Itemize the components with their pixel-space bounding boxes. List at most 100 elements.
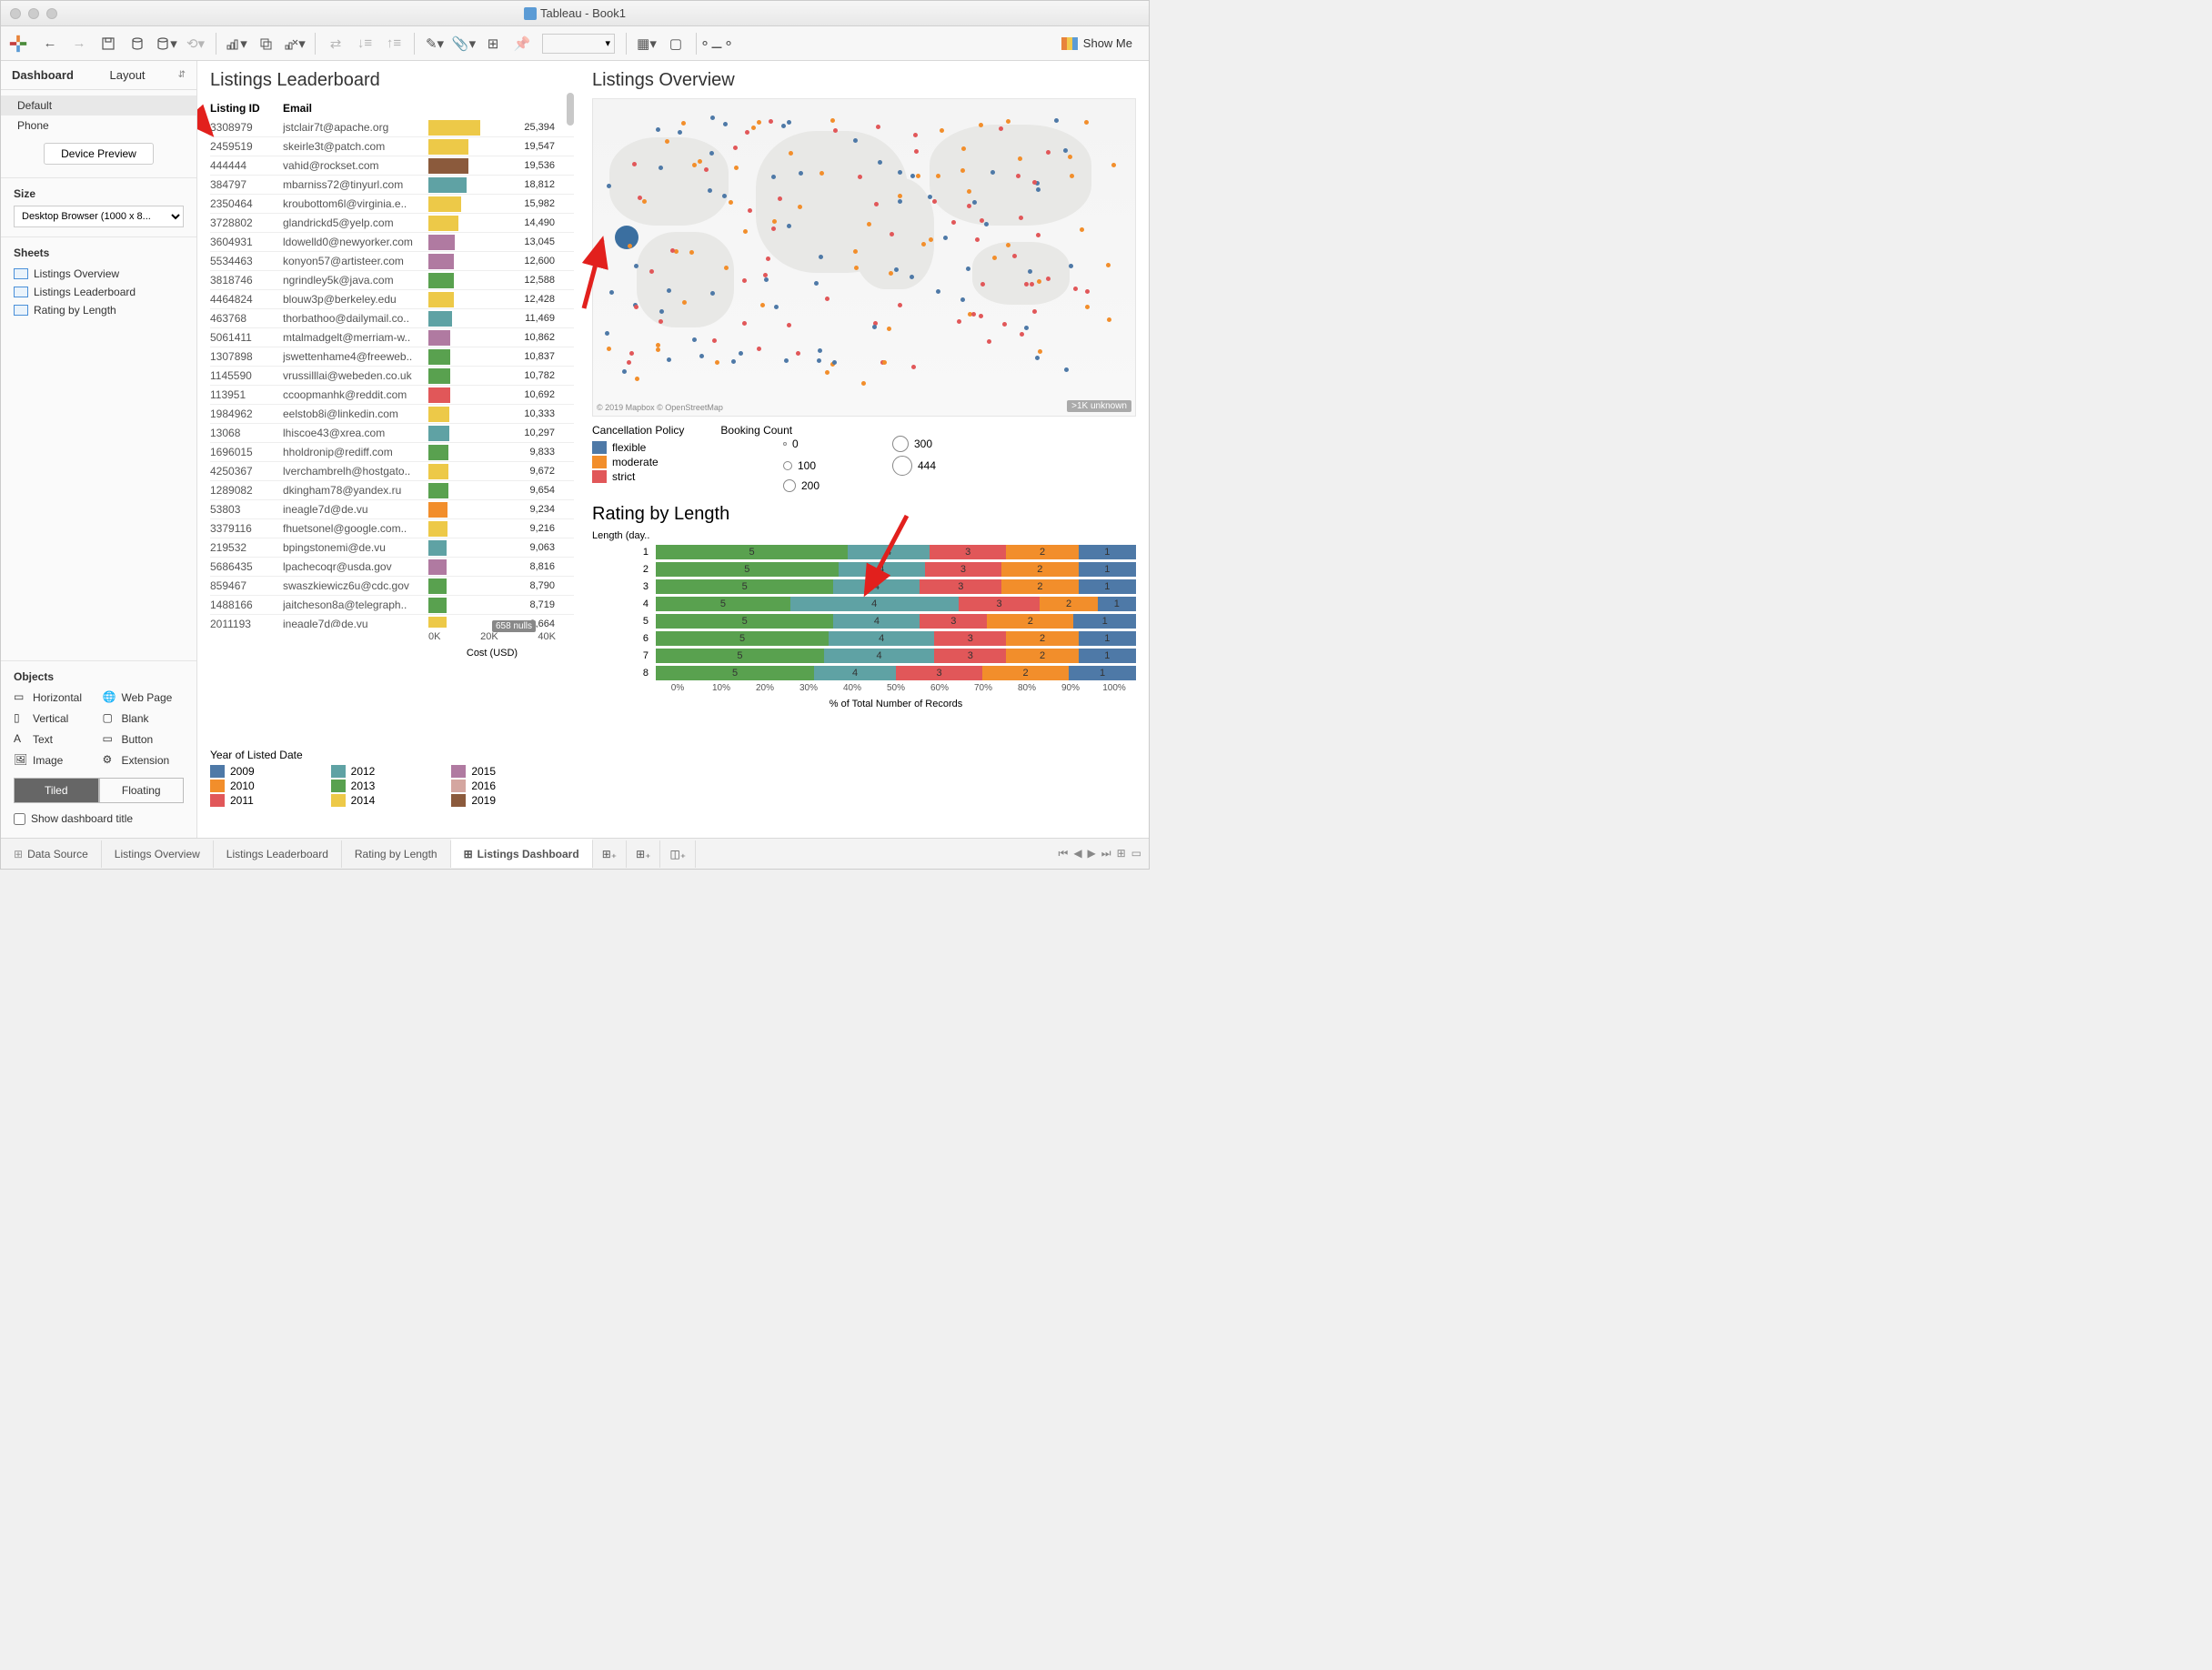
map-dot[interactable] <box>787 323 791 327</box>
tab-worksheet[interactable]: Listings Overview <box>102 840 214 868</box>
map-dot[interactable] <box>971 312 976 317</box>
map-dot[interactable] <box>667 288 671 293</box>
sheet-item[interactable]: Listings Leaderboard <box>14 283 184 301</box>
new-data-button[interactable] <box>125 32 150 55</box>
map-dot[interactable] <box>722 194 727 198</box>
map-dot[interactable] <box>629 351 634 356</box>
table-row[interactable]: 219532 bpingstonemi@de.vu 9,063 <box>210 538 574 558</box>
map-dot[interactable] <box>975 237 980 242</box>
map-dot[interactable] <box>787 120 791 125</box>
map-dot[interactable] <box>708 188 712 193</box>
map-dot[interactable] <box>1046 150 1051 155</box>
map-dot[interactable] <box>984 222 989 226</box>
rbl-row[interactable]: 654321 <box>592 629 1136 647</box>
object-button[interactable]: ▭Button <box>103 730 185 748</box>
map-dot[interactable] <box>1080 227 1084 232</box>
map-dot[interactable] <box>659 319 663 324</box>
close-icon[interactable] <box>10 8 21 19</box>
map-dot[interactable] <box>742 278 747 283</box>
filmstrip-icon[interactable]: ▭ <box>1131 847 1141 860</box>
map-dot[interactable] <box>689 250 694 255</box>
table-row[interactable]: 5061411 mtalmadgelt@merriam-w.. 10,862 <box>210 328 574 347</box>
map-dot[interactable] <box>825 297 830 301</box>
map-dot[interactable] <box>723 122 728 126</box>
map-dot[interactable] <box>853 249 858 254</box>
map-dot[interactable] <box>999 126 1003 131</box>
map-dot[interactable] <box>731 359 736 364</box>
table-row[interactable]: 859467 swaszkiewicz6u@cdc.gov 8,790 <box>210 577 574 596</box>
device-preview-button[interactable]: Device Preview <box>44 143 154 165</box>
map-dot[interactable] <box>940 128 944 133</box>
new-story-tab[interactable]: ◫₊ <box>660 840 696 868</box>
map-dot[interactable] <box>913 133 918 137</box>
tiled-toggle[interactable]: Tiled <box>14 778 99 803</box>
minimize-icon[interactable] <box>28 8 39 19</box>
map-unknown-badge[interactable]: >1K unknown <box>1067 400 1131 412</box>
new-dashboard-tab[interactable]: ⊞₊ <box>627 840 660 868</box>
map-dot[interactable] <box>607 347 611 351</box>
map-dot[interactable] <box>766 257 770 261</box>
map-dot[interactable] <box>916 174 920 178</box>
legend-item[interactable]: 2009 <box>210 765 315 778</box>
pin-button[interactable]: 📌 <box>509 32 535 55</box>
map-dot[interactable] <box>932 199 937 204</box>
map-dot[interactable] <box>951 220 956 225</box>
table-row[interactable]: 3604931 ldowelld0@newyorker.com 13,045 <box>210 233 574 252</box>
map-dot[interactable] <box>796 351 800 356</box>
map-dot[interactable] <box>882 360 887 365</box>
map-dot[interactable] <box>980 282 985 287</box>
size-dropdown[interactable]: Desktop Browser (1000 x 8... <box>14 206 184 227</box>
map-dot[interactable] <box>898 303 902 307</box>
table-row[interactable]: 463768 thorbathoo@dailymail.co.. 11,469 <box>210 309 574 328</box>
refresh-button[interactable]: ⟲▾ <box>183 32 208 55</box>
object-blank[interactable]: ▢Blank <box>103 709 185 727</box>
map-dot[interactable] <box>1032 180 1037 185</box>
overview-panel[interactable]: Listings Overview © 2019 Mapbox © OpenSt… <box>592 70 1136 765</box>
map-dot[interactable] <box>1084 120 1089 125</box>
map-dot[interactable] <box>634 305 638 309</box>
map-dot[interactable] <box>699 354 704 358</box>
table-row[interactable]: 384797 mbarniss72@tinyurl.com 18,812 <box>210 176 574 195</box>
map-dot[interactable] <box>1068 155 1072 159</box>
legend-item[interactable]: 2014 <box>331 794 436 807</box>
map-dot[interactable] <box>681 121 686 126</box>
map-dot[interactable] <box>692 337 697 342</box>
map-dot[interactable] <box>910 174 915 178</box>
map-dot[interactable] <box>769 119 773 124</box>
rbl-row[interactable]: 554321 <box>592 612 1136 629</box>
table-row[interactable]: 113951 ccoopmanhk@reddit.com 10,692 <box>210 386 574 405</box>
map-dot[interactable] <box>1024 326 1029 330</box>
map-dot[interactable] <box>757 120 761 125</box>
legend-item[interactable]: 300 <box>892 435 974 453</box>
duplicate-button[interactable] <box>253 32 278 55</box>
table-row[interactable]: 1984962 eelstob8i@linkedin.com 10,333 <box>210 405 574 424</box>
map-dot[interactable] <box>887 327 891 331</box>
clear-button[interactable]: ▾ <box>282 32 307 55</box>
table-row[interactable]: 3818746 ngrindley5k@java.com 12,588 <box>210 271 574 290</box>
map-dot[interactable] <box>876 125 880 129</box>
table-row[interactable]: 5534463 konyon57@artisteer.com 12,600 <box>210 252 574 271</box>
table-row[interactable]: 2459519 skeirle3t@patch.com 19,547 <box>210 137 574 156</box>
map-dot[interactable] <box>878 160 882 165</box>
object-text[interactable]: AText <box>14 730 96 748</box>
map-dot[interactable] <box>872 325 877 329</box>
map-dot[interactable] <box>943 236 948 240</box>
map-dot[interactable] <box>709 151 714 156</box>
map-dot[interactable] <box>656 127 660 132</box>
map-dot[interactable] <box>818 348 822 353</box>
legend-item[interactable]: 2011 <box>210 794 315 807</box>
map-dot[interactable] <box>921 242 926 246</box>
map-dot[interactable] <box>1069 264 1073 268</box>
legend-item[interactable]: 100 <box>783 455 865 477</box>
map-dot[interactable] <box>1073 287 1078 291</box>
table-row[interactable]: 4250367 lverchambrelh@hostgato.. 9,672 <box>210 462 574 481</box>
rbl-row[interactable]: 854321 <box>592 664 1136 681</box>
map-dot[interactable] <box>609 290 614 295</box>
map-dot[interactable] <box>751 126 756 130</box>
table-row[interactable]: 3379116 fhuetsonel@google.com.. 9,216 <box>210 519 574 538</box>
legend-item[interactable]: 2012 <box>331 765 436 778</box>
legend-item[interactable]: 200 <box>783 478 865 493</box>
table-row[interactable]: 1696015 hholdronip@rediff.com 9,833 <box>210 443 574 462</box>
map-dot[interactable] <box>825 370 830 375</box>
forward-button[interactable]: → <box>66 32 92 55</box>
